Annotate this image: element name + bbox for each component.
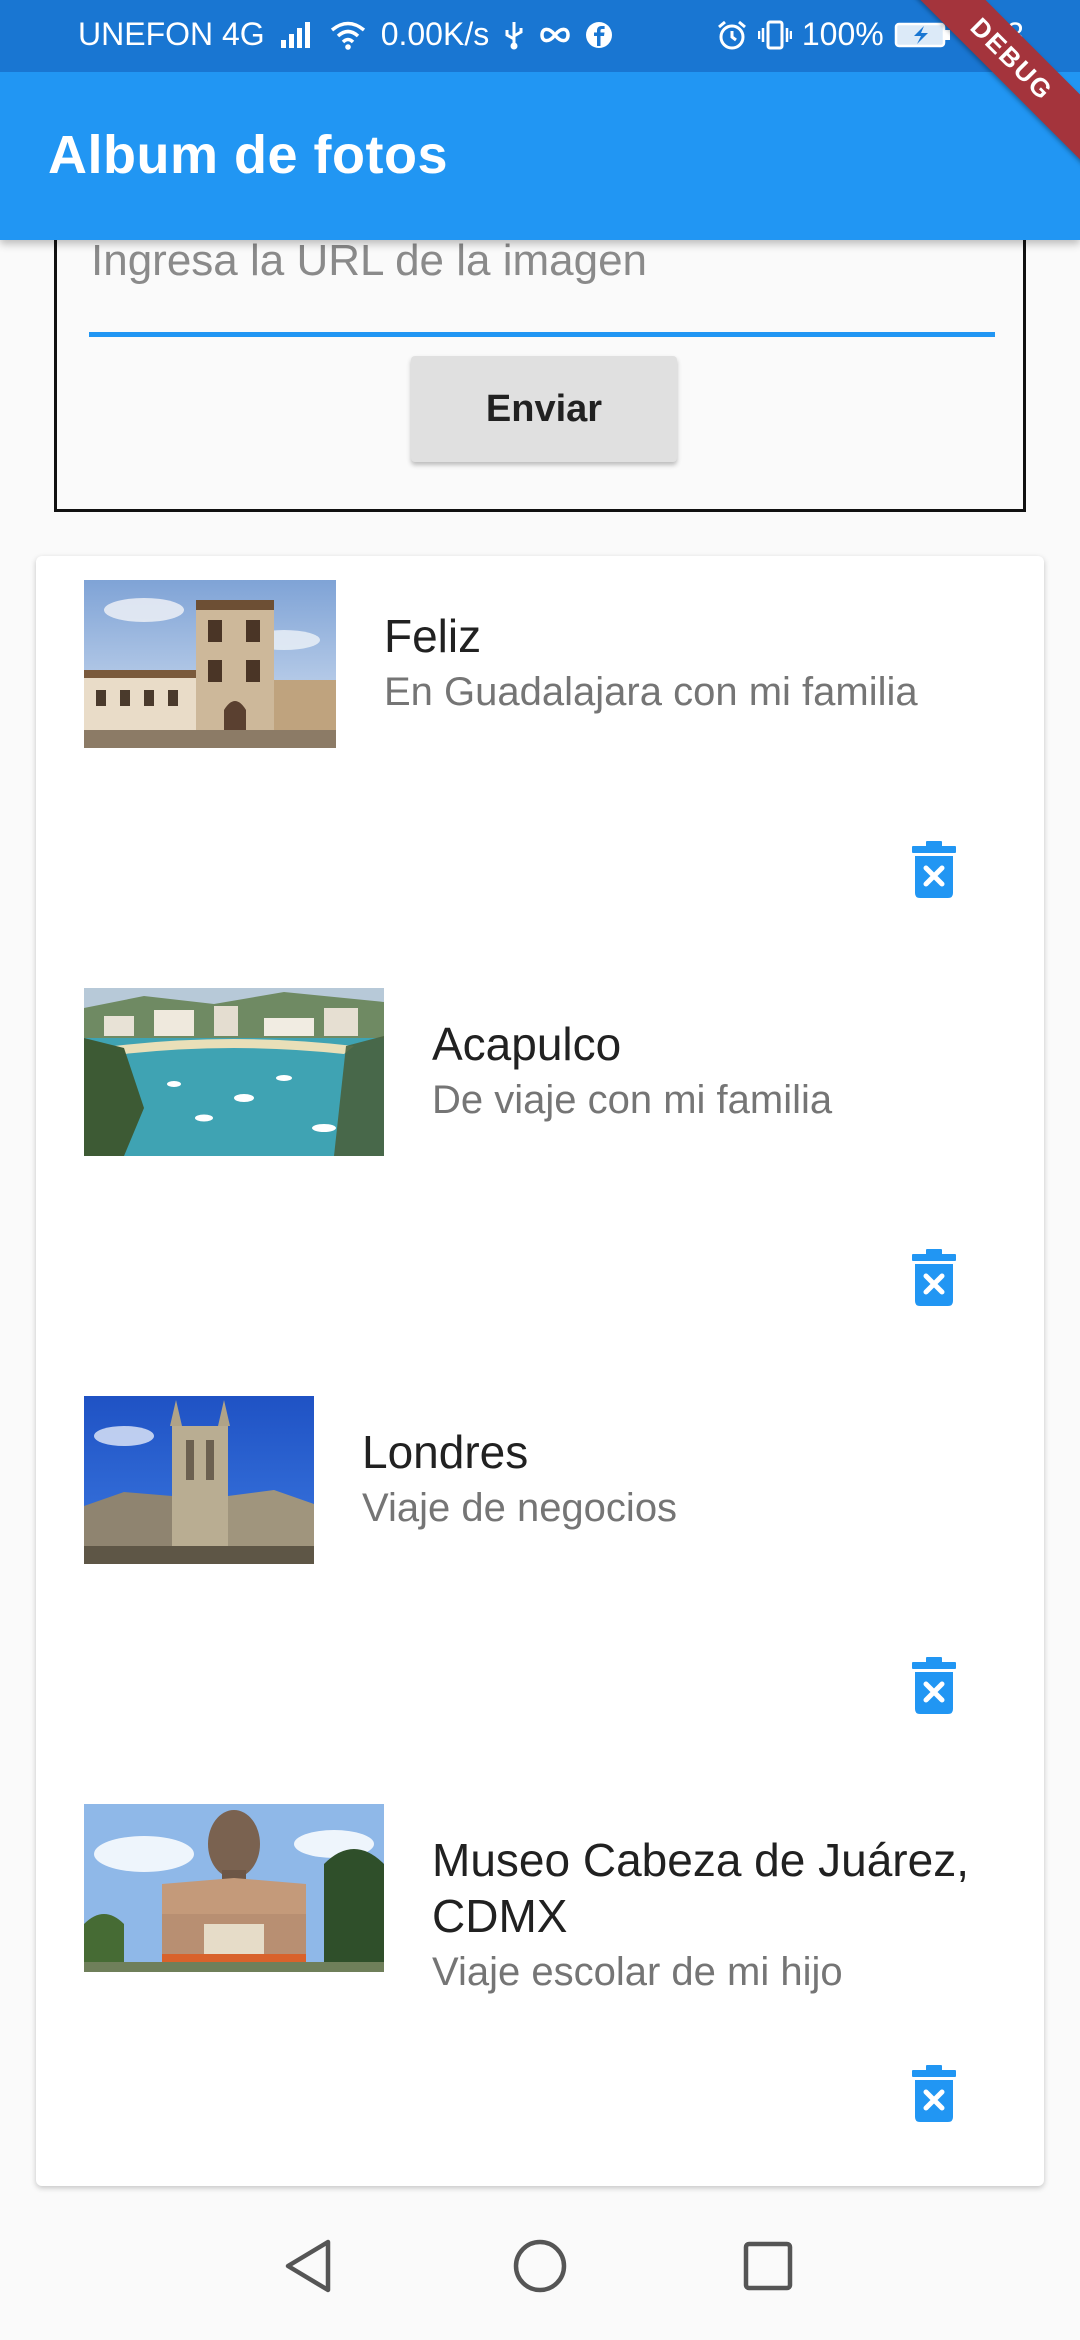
photo-text: Feliz En Guadalajara con mi familia	[384, 608, 1004, 718]
photo-title: Londres	[362, 1426, 529, 1478]
delete-photo-button[interactable]	[898, 1648, 970, 1728]
delete-forever-icon	[911, 1248, 957, 1312]
photo-subtitle: Viaje de negocios	[362, 1486, 678, 1530]
photo-subtitle: Viaje escolar de mi hijo	[432, 1950, 843, 1994]
carrier-label: UNEFON 4G	[78, 16, 265, 52]
nav-home-button[interactable]	[504, 2232, 576, 2304]
image-url-input[interactable]: Ingresa la URL de la imagen	[91, 236, 991, 286]
photo-thumbnail	[84, 1804, 384, 1972]
list-item: Acapulco De viaje con mi familia	[36, 964, 1044, 1372]
network-speed-label: 0.00K/s	[380, 16, 490, 52]
list-item: Feliz En Guadalajara con mi familia	[36, 556, 1044, 964]
photo-subtitle: De viaje con mi familia	[432, 1078, 833, 1122]
battery-charging-icon	[894, 21, 952, 49]
photo-list-card: Feliz En Guadalajara con mi familia Acap…	[36, 556, 1044, 2186]
page-title: Album de fotos	[48, 125, 448, 185]
vibrate-icon	[757, 20, 792, 50]
send-button[interactable]: Enviar	[411, 356, 677, 462]
photo-text: Acapulco De viaje con mi familia	[432, 1016, 1004, 1126]
delete-forever-icon	[911, 840, 957, 904]
photo-title: Feliz	[384, 610, 482, 662]
delete-photo-button[interactable]	[898, 1240, 970, 1320]
signal-icon	[279, 20, 315, 50]
infinity-icon	[539, 25, 571, 45]
delete-photo-button[interactable]	[898, 2056, 970, 2136]
list-item: Londres Viaje de negocios	[36, 1372, 1044, 1780]
back-triangle-icon	[280, 2236, 336, 2301]
photo-subtitle: En Guadalajara con mi familia	[384, 670, 918, 714]
recents-square-icon	[740, 2238, 796, 2299]
facebook-icon	[585, 21, 613, 49]
usb-icon	[503, 20, 525, 50]
status-bar: UNEFON 4G 0.00K/s 100%	[0, 0, 1080, 72]
status-left-group: UNEFON 4G 0.00K/s	[78, 16, 627, 53]
photo-title: Museo Cabeza de Juárez, CDMX	[432, 1834, 969, 1942]
wifi-icon	[329, 20, 367, 50]
photo-text: Londres Viaje de negocios	[362, 1424, 1004, 1534]
nav-back-button[interactable]	[272, 2232, 344, 2304]
delete-photo-button[interactable]	[898, 832, 970, 912]
photo-thumbnail	[84, 1396, 314, 1564]
photo-title: Acapulco	[432, 1018, 622, 1070]
input-underline	[89, 332, 995, 337]
app-bar: Album de fotos	[0, 72, 1080, 240]
home-circle-icon	[510, 2236, 570, 2301]
alarm-icon	[716, 19, 748, 51]
list-item: Museo Cabeza de Juárez, CDMX Viaje escol…	[36, 1780, 1044, 2188]
photo-text: Museo Cabeza de Juárez, CDMX Viaje escol…	[432, 1832, 1004, 1998]
nav-recents-button[interactable]	[732, 2232, 804, 2304]
delete-forever-icon	[911, 2064, 957, 2128]
delete-forever-icon	[911, 1656, 957, 1720]
photo-thumbnail	[84, 580, 336, 748]
battery-percent-label: 100%	[801, 16, 884, 52]
system-nav-bar	[0, 2196, 1080, 2340]
photo-thumbnail	[84, 988, 384, 1156]
